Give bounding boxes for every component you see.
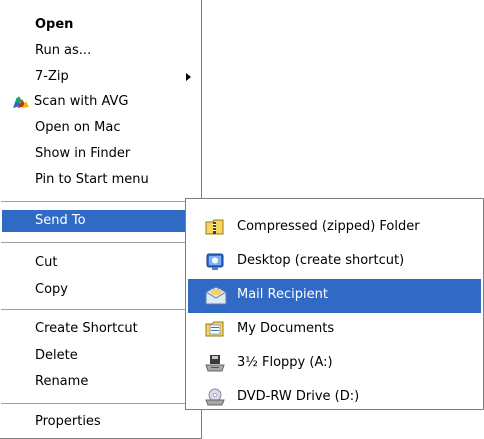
menu-item-label: Properties [35, 414, 101, 429]
menu-item-create-shortcut[interactable]: Create Shortcut [0, 318, 201, 340]
submenu-item-dvd-drive[interactable]: DVD-RW Drive (D:) [186, 381, 483, 415]
menu-item-label: Delete [35, 348, 78, 363]
send-to-submenu: Compressed (zipped) Folder Desktop (crea… [185, 198, 484, 410]
mail-icon [205, 286, 227, 310]
menu-item-pin-to-start[interactable]: Pin to Start menu [0, 169, 201, 191]
submenu-item-label: Mail Recipient [237, 287, 328, 302]
menu-item-label: Copy [35, 282, 68, 297]
menu-item-show-in-finder[interactable]: Show in Finder [0, 143, 201, 165]
avg-icon [12, 94, 30, 114]
submenu-item-label: 3½ Floppy (A:) [237, 355, 333, 370]
submenu-item-label: Compressed (zipped) Folder [237, 219, 420, 234]
menu-separator [1, 403, 199, 404]
dvd-drive-icon [205, 388, 225, 410]
menu-item-label: Open on Mac [35, 120, 121, 135]
menu-item-label: Pin to Start menu [35, 172, 149, 187]
menu-item-rename[interactable]: Rename [0, 371, 201, 393]
submenu-item-label: DVD-RW Drive (D:) [237, 389, 360, 404]
submenu-item-compressed-folder[interactable]: Compressed (zipped) Folder [186, 211, 483, 245]
menu-separator [1, 201, 199, 202]
desktop-icon [205, 252, 225, 276]
menu-item-delete[interactable]: Delete [0, 345, 201, 367]
menu-item-copy[interactable]: Copy [0, 279, 201, 301]
menu-item-properties[interactable]: Properties [0, 411, 201, 433]
menu-item-open-on-mac[interactable]: Open on Mac [0, 117, 201, 139]
menu-item-label: Rename [35, 374, 89, 389]
menu-item-label: Create Shortcut [35, 321, 138, 336]
menu-item-label: Send To [35, 213, 86, 228]
documents-folder-icon [205, 320, 225, 342]
menu-separator [1, 309, 199, 310]
menu-item-run-as[interactable]: Run as... [0, 40, 201, 62]
zipped-folder-icon [205, 218, 225, 240]
submenu-item-label: Desktop (create shortcut) [237, 253, 405, 268]
menu-item-open[interactable]: Open [0, 14, 201, 36]
menu-item-label: 7-Zip [35, 69, 69, 84]
menu-item-cut[interactable]: Cut [0, 252, 201, 274]
floppy-drive-icon [205, 354, 225, 376]
submenu-arrow-icon [186, 73, 191, 81]
menu-item-7zip[interactable]: 7-Zip [0, 66, 201, 88]
submenu-item-label: My Documents [237, 321, 335, 336]
menu-item-send-to[interactable]: Send To [2, 210, 198, 232]
menu-item-scan-avg[interactable]: Scan with AVG [0, 91, 201, 113]
submenu-item-desktop-shortcut[interactable]: Desktop (create shortcut) [186, 245, 483, 279]
menu-item-label: Scan with AVG [34, 94, 129, 109]
submenu-item-my-documents[interactable]: My Documents [186, 313, 483, 347]
context-menu: Open Run as... 7-Zip Scan with AVG Open … [0, 0, 202, 439]
menu-item-label: Open [35, 17, 74, 32]
menu-separator [1, 242, 199, 243]
menu-item-label: Cut [35, 255, 58, 270]
submenu-item-floppy-drive[interactable]: 3½ Floppy (A:) [186, 347, 483, 381]
menu-item-label: Show in Finder [35, 146, 131, 161]
submenu-item-mail-recipient[interactable]: Mail Recipient [188, 279, 481, 313]
menu-item-label: Run as... [35, 43, 92, 58]
